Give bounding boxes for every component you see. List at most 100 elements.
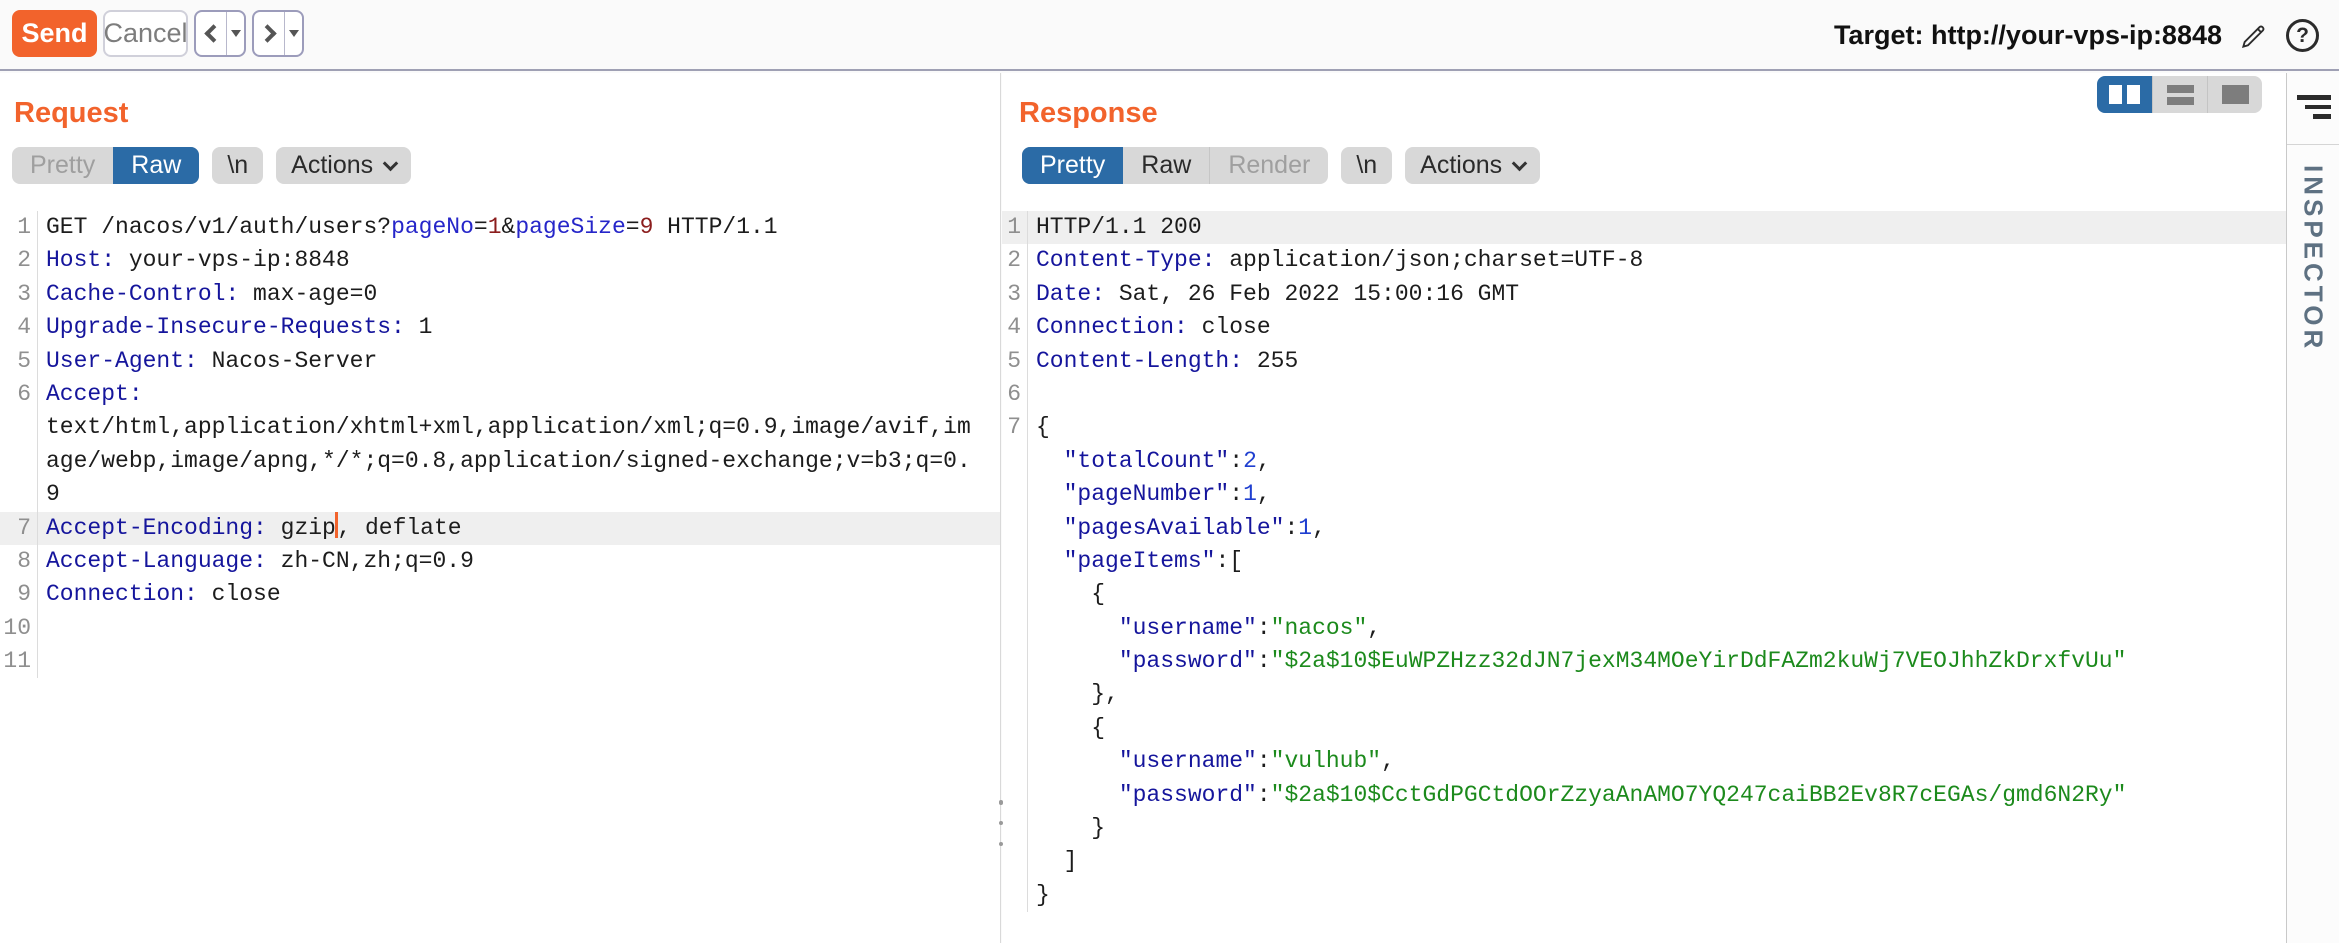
line-number [1002,578,1028,611]
line-number: 6 [1002,378,1028,411]
code-line: 5User-Agent: Nacos-Server [0,345,1000,378]
layout-rows-button[interactable] [2152,76,2207,113]
line-number [0,445,38,478]
repeater-toolbar: Send Cancel Target: http://your-vps-ip:8… [0,0,2339,71]
code-line: "password":"$2a$10$EuWPZHzz32dJN7jexM34M… [1002,645,2286,678]
code-line: 11 [0,645,1000,678]
layout-columns-button[interactable] [2097,76,2152,113]
line-number: 6 [0,378,38,411]
request-panel: Request Pretty Raw \n Actions 1GET /naco… [0,73,1001,943]
code-line: "username":"nacos", [1002,612,2286,645]
line-number: 7 [1002,411,1028,444]
line-number: 3 [1002,278,1028,311]
code-line: 9 [0,478,1000,511]
code-line: "pageItems":[ [1002,545,2286,578]
inspector-title: INSPECTOR [2298,165,2329,352]
code-line: text/html,application/xhtml+xml,applicat… [0,411,1000,444]
line-number: 5 [0,345,38,378]
tab-response-raw[interactable]: Raw [1123,147,1209,184]
inspector-collapse-button[interactable] [2287,73,2339,145]
line-number: 8 [0,545,38,578]
response-actions-button[interactable]: Actions [1405,147,1540,184]
code-line: 6Accept: [0,378,1000,411]
line-number [1002,478,1028,511]
line-number: 1 [1002,211,1028,244]
panel-splitter-handle[interactable] [988,800,1014,846]
single-layout-icon [2222,85,2249,104]
rows-layout-icon [2167,85,2194,105]
next-request-button[interactable] [252,10,304,57]
code-line: 8Accept-Language: zh-CN,zh;q=0.9 [0,545,1000,578]
code-line: 6 [1002,378,2286,411]
line-number [1002,545,1028,578]
request-actions-label: Actions [291,151,373,180]
columns-layout-icon [2127,85,2140,104]
line-number: 2 [0,244,38,277]
code-line: }, [1002,678,2286,711]
code-line: "pageNumber":1, [1002,478,2286,511]
line-number [1002,745,1028,778]
response-tabs: Pretty Raw Render \n Actions [1022,147,1540,184]
request-panel-title: Request [14,97,128,130]
line-number: 2 [1002,244,1028,277]
line-number [1002,845,1028,878]
code-line: 10 [0,612,1000,645]
code-line: 7Accept-Encoding: gzip, deflate [0,512,1000,545]
line-number: 7 [0,512,38,545]
code-line: "password":"$2a$10$CctGdPGCtdOOrZzyaAnAM… [1002,779,2286,812]
chevron-down-icon [1512,155,1528,171]
chevron-left-icon[interactable] [196,12,226,55]
previous-request-dropdown[interactable] [227,12,244,55]
target-bar: Target: http://your-vps-ip:8848 ? [1834,0,2319,71]
edit-pencil-icon[interactable] [2238,20,2270,52]
line-number: 10 [0,612,38,645]
code-line: { [1002,578,2286,611]
line-number [0,411,38,444]
line-number [1002,645,1028,678]
help-icon[interactable]: ? [2286,19,2319,52]
collapse-panel-icon [2297,95,2331,119]
code-line: { [1002,712,2286,745]
response-actions-label: Actions [1420,151,1502,180]
response-newline-toggle[interactable]: \n [1341,147,1392,184]
line-number [1002,879,1028,912]
line-number [1002,612,1028,645]
layout-single-button[interactable] [2207,76,2262,113]
inspector-sidebar[interactable]: INSPECTOR [2286,73,2339,943]
request-actions-button[interactable]: Actions [276,147,411,184]
response-panel-title: Response [1019,97,1158,130]
code-line: 4Connection: close [1002,311,2286,344]
previous-request-button[interactable] [194,10,246,57]
next-request-dropdown[interactable] [285,12,302,55]
layout-toggle-group [2097,76,2262,113]
line-number: 1 [0,211,38,244]
request-newline-toggle[interactable]: \n [212,147,263,184]
tab-request-raw[interactable]: Raw [113,147,199,184]
code-line: 4Upgrade-Insecure-Requests: 1 [0,311,1000,344]
tab-response-pretty[interactable]: Pretty [1022,147,1123,184]
response-panel: Response Pretty Raw Render \n Actions [1002,73,2286,943]
code-line: "pagesAvailable":1, [1002,512,2286,545]
line-number [1002,445,1028,478]
code-line: 9Connection: close [0,578,1000,611]
code-line: } [1002,812,2286,845]
code-line: "totalCount":2, [1002,445,2286,478]
line-number: 3 [0,278,38,311]
chevron-down-icon [383,155,399,171]
cancel-button[interactable]: Cancel [103,10,188,57]
response-viewer[interactable]: 1HTTP/1.1 2002Content-Type: application/… [1002,203,2286,912]
request-tabs: Pretty Raw \n Actions [12,147,411,184]
response-view-tabs: Pretty Raw Render [1022,147,1328,184]
code-line: 3Cache-Control: max-age=0 [0,278,1000,311]
target-url-text: Target: http://your-vps-ip:8848 [1834,20,2222,51]
request-editor[interactable]: 1GET /nacos/v1/auth/users?pageNo=1&pageS… [0,203,1000,678]
line-number: 4 [0,311,38,344]
code-line: 7{ [1002,411,2286,444]
line-number: 9 [0,578,38,611]
line-number [1002,712,1028,745]
send-button[interactable]: Send [12,10,97,57]
columns-layout-icon [2109,85,2122,104]
chevron-right-icon[interactable] [254,12,284,55]
line-number: 5 [1002,345,1028,378]
code-line: 2Host: your-vps-ip:8848 [0,244,1000,277]
